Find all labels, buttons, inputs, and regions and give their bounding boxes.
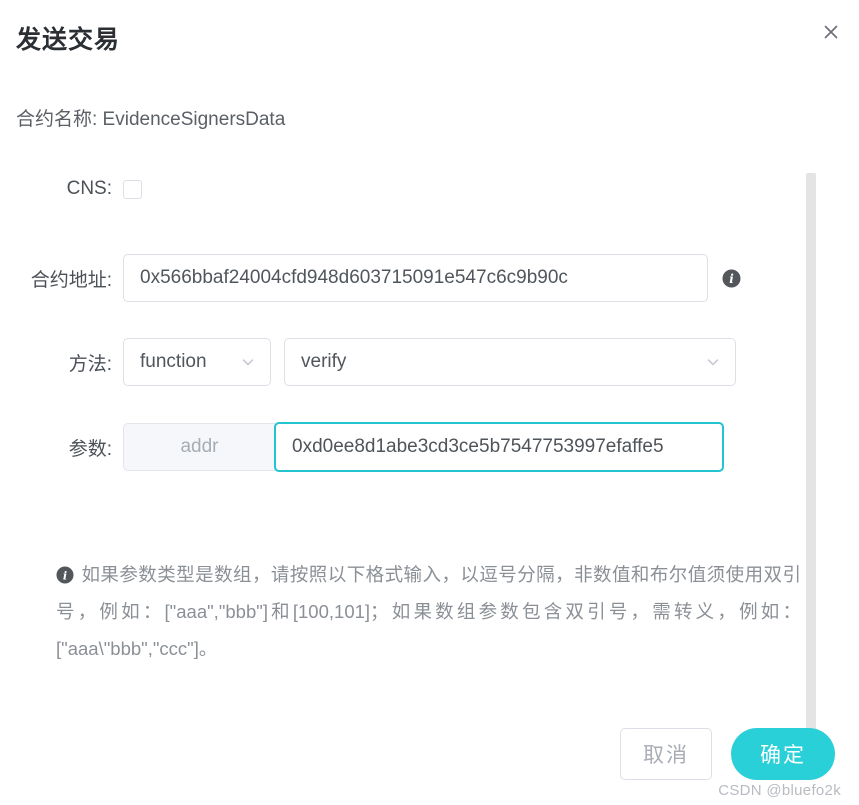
close-button[interactable] [813,14,849,50]
confirm-button[interactable]: 确定 [731,728,835,780]
contract-address-input[interactable]: 0x566bbaf24004cfd948d603715091e547c6c9b9… [123,254,708,302]
svg-text:i: i [63,568,67,582]
method-row: 方法: function verify [0,338,760,386]
cns-checkbox[interactable] [123,179,142,199]
dialog-body: 合约名称: EvidenceSignersData CNS: 合约地址: 0x5… [0,78,859,773]
dialog-header: 发送交易 [0,0,859,78]
send-transaction-dialog: 发送交易 合约名称: EvidenceSignersData CNS: 合约地址… [0,0,859,805]
page-title: 发送交易 [16,26,121,54]
cancel-button[interactable]: 取消 [620,728,712,780]
watermark: CSDN @bluefo2k [718,782,841,799]
method-name-select[interactable]: verify [284,338,736,386]
svg-text:i: i [729,272,734,286]
chevron-down-icon [705,354,721,370]
contract-address-label: 合约地址: [30,269,112,291]
method-type-value: function [140,351,207,372]
cns-row: CNS: [0,178,430,200]
method-name-value: verify [301,351,347,372]
chevron-down-icon [240,354,256,370]
info-icon: i [56,566,74,584]
close-icon [821,22,841,42]
contract-address-value: 0x566bbaf24004cfd948d603715091e547c6c9b9… [140,267,568,288]
scrollbar-thumb[interactable] [806,173,816,770]
parameter-value-text: 0xd0ee8d1abe3cd3ce5b7547753997efaffe5 [292,436,664,457]
info-icon[interactable]: i [722,269,741,288]
dialog-footer: 取消 确定 CSDN @bluefo2k [0,703,859,805]
method-label: 方法: [68,353,112,375]
method-type-select[interactable]: function [123,338,271,386]
array-format-hint-text: 如果参数类型是数组，请按照以下格式输入，以逗号分隔，非数值和布尔值须使用双引号，… [56,564,801,659]
parameter-value-input[interactable]: 0xd0ee8d1abe3cd3ce5b7547753997efaffe5 [274,422,724,472]
cns-label: CNS: [66,178,112,199]
parameters-label: 参数: [68,438,112,460]
array-format-hint: i 如果参数类型是数组，请按照以下格式输入，以逗号分隔，非数值和布尔值须使用双引… [56,556,801,667]
contract-name-label: 合约名称: EvidenceSignersData [16,109,286,130]
parameter-name-prefix: addr [123,423,275,471]
parameters-row: 参数: addr 0xd0ee8d1abe3cd3ce5b7547753997e… [0,422,760,472]
contract-address-row: 合约地址: 0x566bbaf24004cfd948d603715091e547… [0,254,760,302]
